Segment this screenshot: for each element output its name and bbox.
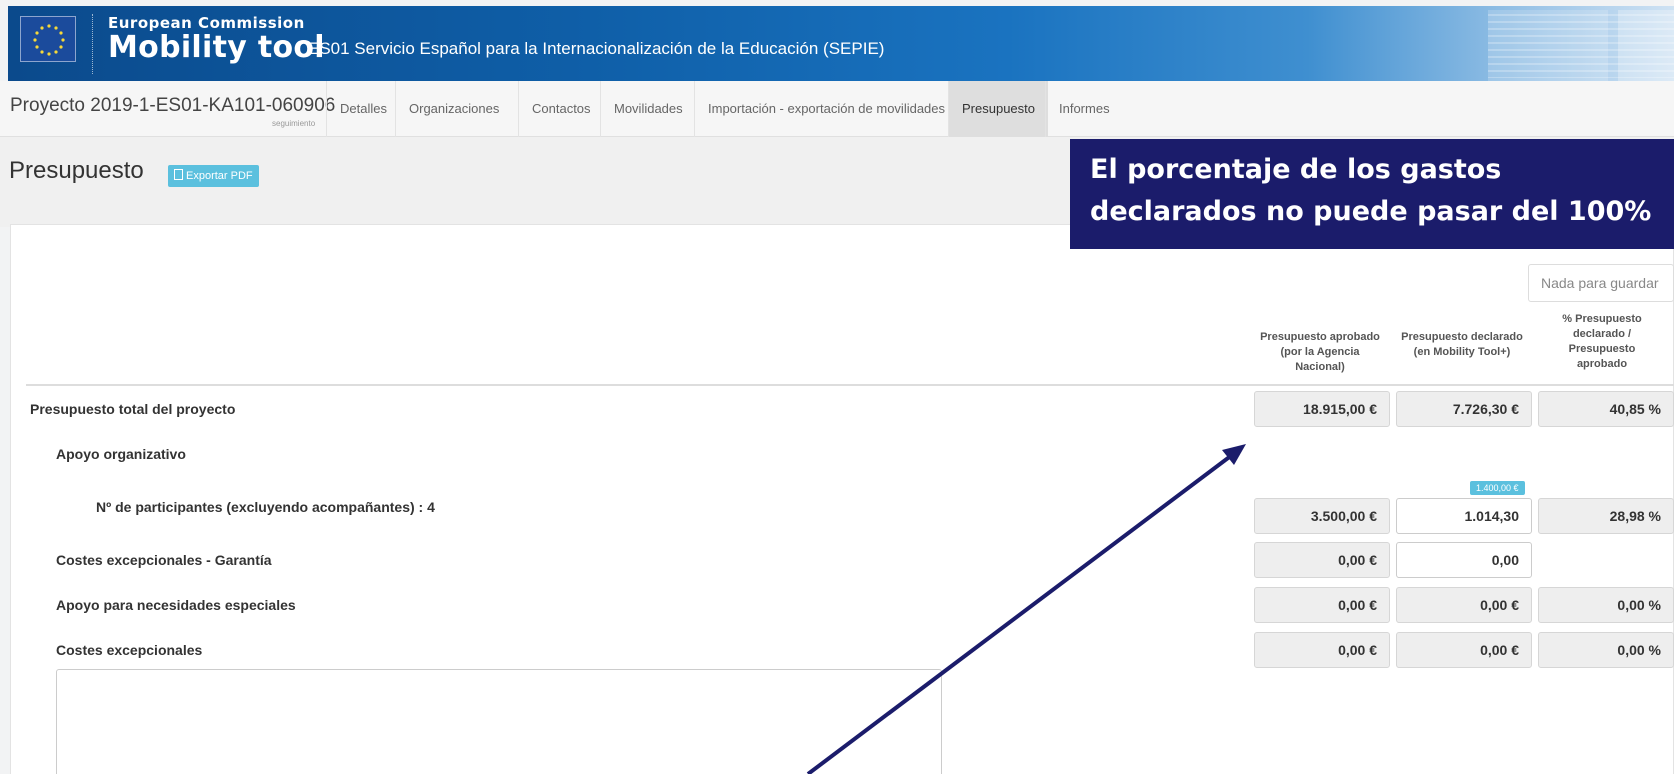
annotation-arrow bbox=[806, 444, 1246, 774]
page: European Commission Mobility tool ES01 S… bbox=[0, 0, 1674, 774]
arrow-shaft bbox=[806, 450, 1238, 774]
